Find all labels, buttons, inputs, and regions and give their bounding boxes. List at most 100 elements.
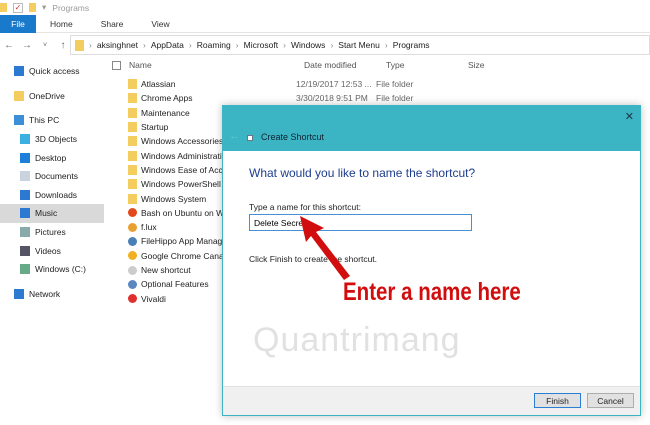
folder-icon bbox=[0, 3, 7, 12]
folder-icon bbox=[128, 150, 137, 161]
column-name[interactable]: Name bbox=[129, 60, 304, 70]
folder-icon bbox=[128, 136, 137, 147]
file-name: Vivaldi bbox=[141, 293, 166, 304]
tab-home[interactable]: Home bbox=[36, 19, 87, 29]
breadcrumb-separator-icon[interactable]: › bbox=[143, 40, 146, 50]
app-shortcut-icon bbox=[128, 279, 137, 289]
sidebar-item-desktop[interactable]: Desktop bbox=[0, 148, 104, 167]
forward-arrow-icon[interactable]: → bbox=[18, 40, 36, 51]
tab-view[interactable]: View bbox=[137, 19, 183, 29]
folder-icon bbox=[14, 90, 24, 101]
breadcrumb-item[interactable]: aksinghnet bbox=[97, 40, 138, 50]
file-name: Windows Ease of Access bbox=[141, 164, 223, 175]
desktop-icon bbox=[20, 152, 30, 163]
breadcrumb-item[interactable]: Microsoft bbox=[244, 40, 278, 50]
app-shortcut-icon bbox=[128, 294, 137, 304]
tab-file[interactable]: File bbox=[0, 14, 36, 33]
network-icon bbox=[14, 288, 24, 299]
shortcut-icon bbox=[247, 135, 253, 141]
select-all-checkbox[interactable] bbox=[112, 60, 121, 70]
column-type[interactable]: Type bbox=[386, 60, 468, 70]
name-label: Type a name for this shortcut: bbox=[249, 202, 361, 212]
column-size[interactable]: Size bbox=[468, 60, 485, 70]
pictures-icon bbox=[20, 227, 30, 238]
breadcrumb-item[interactable]: AppData bbox=[151, 40, 184, 50]
breadcrumb-separator-icon[interactable]: › bbox=[330, 40, 333, 50]
annotation-text: Enter a name here bbox=[343, 278, 521, 306]
recent-chevron-icon[interactable]: ˅ bbox=[36, 42, 54, 49]
new-folder-icon[interactable] bbox=[29, 3, 36, 12]
finish-button[interactable]: Finish bbox=[534, 393, 581, 408]
breadcrumb-separator-icon[interactable]: › bbox=[385, 40, 388, 50]
watermark: Quantrimang bbox=[253, 321, 461, 359]
annotation-arrow-icon bbox=[300, 216, 350, 280]
file-row[interactable]: Atlassian 12/19/2017 12:53 ... File folder bbox=[128, 77, 628, 91]
sidebar-item-windows-c[interactable]: Windows (C:) bbox=[0, 260, 104, 279]
app-shortcut-icon bbox=[128, 222, 137, 232]
sidebar-item-music[interactable]: Music bbox=[0, 204, 104, 223]
back-arrow-icon[interactable]: ← bbox=[229, 130, 240, 142]
music-icon bbox=[20, 208, 30, 219]
sidebar-item-this-pc[interactable]: This PC bbox=[0, 111, 104, 130]
folder-icon bbox=[128, 93, 137, 104]
file-name: f.lux bbox=[141, 222, 157, 233]
cancel-button[interactable]: Cancel bbox=[587, 393, 634, 408]
sidebar-item-documents[interactable]: Documents bbox=[0, 167, 104, 186]
dialog-header: ✕ ← Create Shortcut bbox=[223, 106, 640, 151]
breadcrumb-separator-icon[interactable]: › bbox=[189, 40, 192, 50]
address-bar-row: ← → ˅ ↑ › aksinghnet › AppData › Roaming › Micr… bbox=[0, 35, 650, 55]
column-date-modified[interactable]: Date modified bbox=[304, 60, 386, 70]
file-date: 12/19/2017 12:53 ... bbox=[296, 79, 372, 90]
file-name: Startup bbox=[141, 122, 169, 133]
file-name-cell: New shortcut bbox=[128, 265, 223, 275]
dialog-title: Create Shortcut bbox=[261, 132, 325, 142]
breadcrumb-separator-icon[interactable]: › bbox=[283, 40, 286, 50]
sidebar-item-label: Downloads bbox=[35, 189, 78, 200]
breadcrumb-separator-icon[interactable]: › bbox=[89, 40, 92, 50]
file-name-cell: Maintenance bbox=[128, 107, 223, 118]
file-name: New shortcut bbox=[141, 265, 191, 275]
customize-dropdown-icon[interactable]: ▾ bbox=[42, 2, 46, 13]
quick-access-toolbar: ✓ ▾ Programs bbox=[0, 0, 650, 15]
file-name-cell: Optional Features bbox=[128, 279, 223, 289]
sidebar-item-downloads[interactable]: Downloads bbox=[0, 186, 104, 205]
breadcrumb-item[interactable]: Roaming bbox=[197, 40, 231, 50]
sidebar-item-quick-access[interactable]: Quick access bbox=[0, 62, 104, 81]
sidebar-item-label: Network bbox=[29, 288, 61, 299]
breadcrumb-separator-icon[interactable]: › bbox=[236, 40, 239, 50]
file-type: File folder bbox=[376, 79, 414, 90]
properties-icon[interactable]: ✓ bbox=[13, 2, 23, 13]
folder-icon bbox=[128, 79, 137, 90]
navigation-pane: Quick access OneDrive This PC 3D Objects Des… bbox=[0, 62, 104, 303]
file-name: Windows Accessories bbox=[141, 136, 223, 147]
app-shortcut-icon bbox=[128, 251, 137, 261]
ribbon-tabs: File Home Share View bbox=[0, 14, 650, 33]
back-arrow-icon[interactable]: ← bbox=[0, 40, 18, 51]
address-bar[interactable]: › aksinghnet › AppData › Roaming › Microsoft › Wi… bbox=[70, 35, 650, 55]
breadcrumb-item[interactable]: Start Menu bbox=[338, 40, 380, 50]
file-name-cell: Google Chrome Canary bbox=[128, 251, 223, 261]
close-icon[interactable]: ✕ bbox=[625, 110, 634, 123]
breadcrumb-item[interactable]: Windows bbox=[291, 40, 325, 50]
sidebar-item-videos[interactable]: Videos bbox=[0, 241, 104, 260]
sidebar-item-network[interactable]: Network bbox=[0, 285, 104, 304]
file-row[interactable]: Chrome Apps 3/30/2018 9:51 PM File folder bbox=[128, 91, 628, 105]
document-icon bbox=[20, 171, 30, 182]
sidebar-item-3d-objects[interactable]: 3D Objects bbox=[0, 130, 104, 149]
app-shortcut-icon bbox=[128, 265, 137, 275]
sidebar-item-onedrive[interactable]: OneDrive bbox=[0, 87, 104, 106]
app-shortcut-icon bbox=[128, 236, 137, 246]
shortcut-name-input[interactable] bbox=[249, 214, 472, 231]
sidebar-item-pictures[interactable]: Pictures bbox=[0, 223, 104, 242]
create-shortcut-dialog: ✕ ← Create Shortcut What would you like … bbox=[222, 105, 641, 416]
tab-share[interactable]: Share bbox=[87, 19, 138, 29]
breadcrumb-item[interactable]: Programs bbox=[393, 40, 430, 50]
file-name-cell: Windows System bbox=[128, 193, 223, 204]
folder-icon bbox=[128, 107, 137, 118]
file-name: Windows System bbox=[141, 193, 207, 204]
folder-icon bbox=[128, 179, 137, 190]
sidebar-item-label: Quick access bbox=[29, 66, 80, 77]
file-name-cell: Windows PowerShell bbox=[128, 179, 223, 190]
sidebar-item-label: Pictures bbox=[35, 227, 66, 238]
sidebar-item-label: 3D Objects bbox=[35, 134, 78, 145]
